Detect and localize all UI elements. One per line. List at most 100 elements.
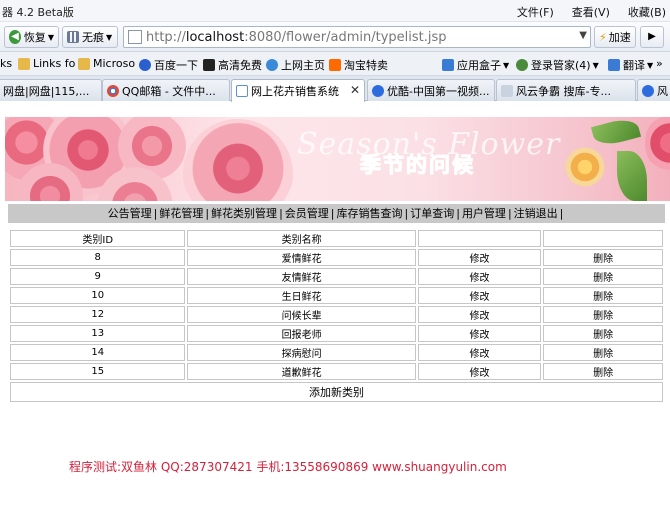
- edit-link[interactable]: 修改: [417, 306, 542, 323]
- category-name: 友情鲜花: [187, 268, 416, 285]
- menu-file[interactable]: 文件(F): [517, 4, 554, 20]
- admin-nav: 公告管理 | 鲜花管理 | 鲜花类别管理 | 会员管理 | 库存销售查询 | 订单查询 | 用户管理 | 注…: [8, 204, 665, 223]
- bookmark-item[interactable]: Microso: [78, 57, 135, 70]
- menu-view[interactable]: 查看(V): [572, 4, 610, 20]
- leaf-image: [590, 117, 642, 149]
- tab-overflow[interactable]: 风: [637, 79, 670, 101]
- chevron-down-icon: ▼: [106, 32, 113, 42]
- title-bar: 器 4.2 Beta版 文件(F) 查看(V) 收藏(B): [0, 0, 670, 22]
- bookmark-item[interactable]: 上网主页: [266, 57, 325, 73]
- nav-order-query[interactable]: 订单查询: [410, 207, 454, 220]
- app-title: 器 4.2 Beta版: [2, 6, 74, 19]
- tab-flower-shop[interactable]: 网上花卉销售系统 ✕: [231, 79, 365, 102]
- incognito-button-label: 无痕: [82, 31, 104, 44]
- page-icon: [128, 30, 142, 44]
- tab-soku[interactable]: 风云争霸 搜库-专...: [496, 79, 636, 101]
- tab-label: 风: [657, 84, 668, 98]
- url-dropdown-icon[interactable]: ▼: [579, 30, 587, 41]
- nav-notice-manage[interactable]: 公告管理: [108, 207, 152, 220]
- chrome-tab-icon: [107, 84, 119, 97]
- bookmark-label: 上网主页: [281, 59, 325, 72]
- delete-link[interactable]: 删除: [543, 325, 663, 342]
- bookmarks-bar: ks Links fo Microso 百度一下 高清免费 上网主页 淘宝特卖 …: [0, 52, 670, 76]
- category-name: 爱情鲜花: [187, 249, 416, 266]
- bookmark-item[interactable]: Links fo: [18, 57, 75, 70]
- address-bar[interactable]: http://localhost:8080/flower/admin/typel…: [123, 26, 591, 48]
- nav-member-manage[interactable]: 会员管理: [285, 207, 329, 220]
- folder-icon: [78, 57, 90, 70]
- column-header-delete: [543, 230, 663, 247]
- bookmark-label: Microso: [93, 57, 136, 70]
- column-header-name: 类别名称: [187, 230, 416, 247]
- nav-category-manage[interactable]: 鲜花类别管理: [211, 207, 277, 220]
- table-row: 10 生日鲜花 修改 删除: [10, 287, 663, 304]
- table-row: 15 道歉鲜花 修改 删除: [10, 363, 663, 380]
- bookmark-label: 高清免费: [218, 59, 262, 72]
- bookmarks-more-icon[interactable]: »: [656, 57, 663, 70]
- translate-icon: [608, 59, 620, 71]
- category-name: 回报老师: [187, 325, 416, 342]
- category-name: 道歉鲜花: [187, 363, 416, 380]
- delete-link[interactable]: 删除: [543, 344, 663, 361]
- table-row: 13 回报老师 修改 删除: [10, 325, 663, 342]
- tab-youku[interactable]: 优酷-中国第一视频...: [367, 79, 495, 101]
- delete-link[interactable]: 删除: [543, 306, 663, 323]
- edit-link[interactable]: 修改: [417, 268, 542, 285]
- footer-credit: 程序测试:双鱼林 QQ:287307421 手机:13558690869 www…: [69, 460, 507, 474]
- nav-stock-sales-query[interactable]: 库存销售查询: [337, 207, 403, 220]
- category-id: 10: [10, 287, 186, 304]
- category-id: 15: [10, 363, 186, 380]
- category-table: 类别ID 类别名称 8 爱情鲜花 修改 删除 9 友情鲜花 修改 删除 10 生…: [8, 228, 665, 404]
- table-row: 8 爱情鲜花 修改 删除: [10, 249, 663, 266]
- edit-link[interactable]: 修改: [417, 344, 542, 361]
- category-name: 探病慰问: [187, 344, 416, 361]
- close-tab-icon[interactable]: ✕: [350, 83, 360, 97]
- url-text[interactable]: http://localhost:8080/flower/admin/typel…: [146, 30, 447, 45]
- category-name: 生日鲜花: [187, 287, 416, 304]
- edit-link[interactable]: 修改: [417, 363, 542, 380]
- bookmark-item[interactable]: ks: [0, 57, 12, 70]
- category-name: 问候长辈: [187, 306, 416, 323]
- delete-link[interactable]: 删除: [543, 363, 663, 380]
- nav-flower-manage[interactable]: 鲜花管理: [159, 207, 203, 220]
- bookmark-item[interactable]: 登录管家(4) ▼: [516, 57, 599, 73]
- edit-link[interactable]: 修改: [417, 249, 542, 266]
- tab-qqmail[interactable]: QQ邮箱 - 文件中...: [102, 79, 230, 101]
- banner-image: Season's Flower 季节的问候: [5, 117, 670, 201]
- delete-link[interactable]: 删除: [543, 268, 663, 285]
- tab-label: 风云争霸 搜库-专...: [516, 84, 611, 98]
- bookmark-item[interactable]: 淘宝特卖: [329, 57, 388, 73]
- nav-logout[interactable]: 注销退出: [514, 207, 558, 220]
- delete-link[interactable]: 删除: [543, 249, 663, 266]
- leaf-image: [617, 151, 647, 201]
- movie-icon: [203, 59, 215, 71]
- bookmark-item[interactable]: 翻译 ▼: [608, 57, 653, 73]
- chevron-down-icon: ▼: [592, 60, 599, 70]
- menu-favorites[interactable]: 收藏(B): [628, 4, 666, 20]
- add-category-link[interactable]: 添加新类别: [10, 382, 663, 402]
- restore-button-label: 恢复: [23, 31, 46, 44]
- nav-user-manage[interactable]: 用户管理: [462, 207, 506, 220]
- banner-title: 季节的问候: [360, 153, 475, 178]
- bookmark-item[interactable]: 百度一下: [139, 57, 198, 73]
- bookmark-item[interactable]: 高清免费: [203, 57, 262, 73]
- speedup-button[interactable]: ⚡ 加速: [594, 26, 636, 48]
- incognito-button[interactable]: 无痕 ▼: [62, 26, 118, 48]
- column-header-edit: [417, 230, 542, 247]
- app-box-icon: [442, 59, 454, 71]
- table-row: 9 友情鲜花 修改 删除: [10, 268, 663, 285]
- table-row: 12 问候长辈 修改 删除: [10, 306, 663, 323]
- baidu-paw-icon: [139, 59, 151, 71]
- taobao-icon: [329, 59, 341, 71]
- speedup-button-label: 加速: [608, 31, 631, 44]
- edit-link[interactable]: 修改: [417, 325, 542, 342]
- category-id: 13: [10, 325, 186, 342]
- bookmark-item[interactable]: 应用盒子 ▼: [442, 57, 509, 73]
- tab-label: 网盘|网盘|115,...: [3, 84, 90, 98]
- tab-netdisk[interactable]: 网盘|网盘|115,...: [0, 79, 102, 101]
- forward-icon[interactable]: ▶: [640, 26, 664, 48]
- edit-link[interactable]: 修改: [417, 287, 542, 304]
- restore-button[interactable]: ◀ 恢复 ▼: [4, 26, 59, 48]
- delete-link[interactable]: 删除: [543, 287, 663, 304]
- chevron-down-icon: ▼: [47, 32, 54, 42]
